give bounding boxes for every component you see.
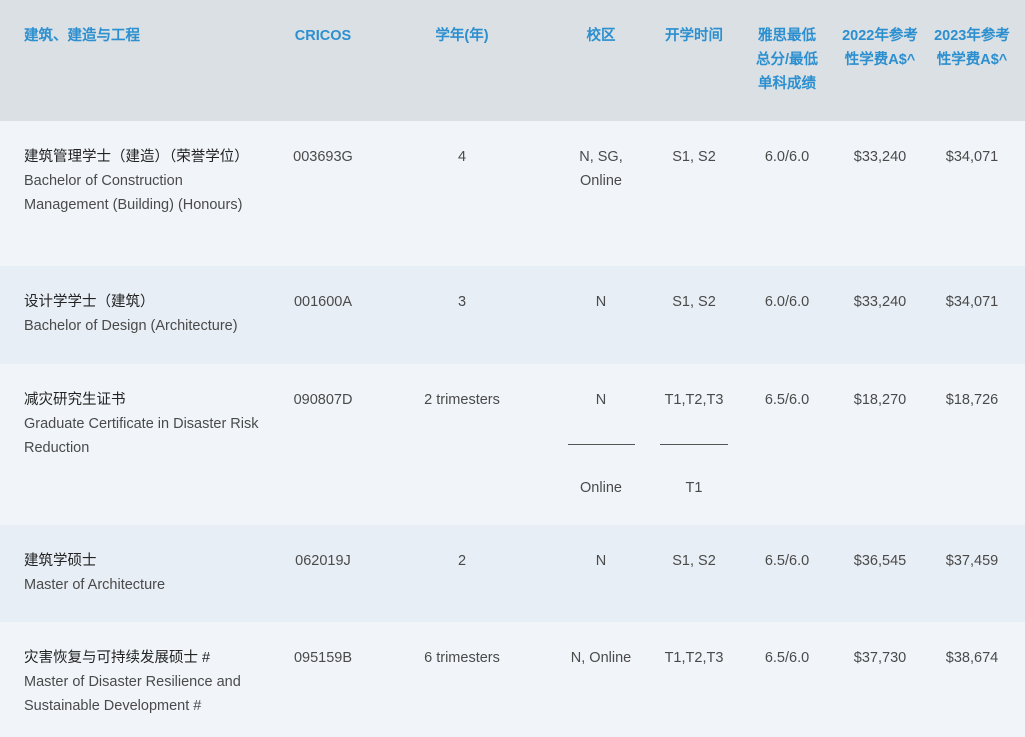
table-row: 灾害恢复与可持续发展硕士 # Master of Disaster Resili… (0, 622, 1025, 737)
course-years: 4 (457, 149, 467, 165)
campus-divider (568, 444, 635, 445)
intake: S1, S2 (672, 553, 716, 569)
ielts-score: 6.5/6.0 (764, 392, 810, 408)
campus-secondary: Online (580, 480, 622, 496)
intake: T1,T2,T3 (664, 650, 724, 666)
course-name-zh: 减灾研究生证书 (24, 392, 126, 408)
course-name-zh: 灾害恢复与可持续发展硕士 # (24, 650, 211, 666)
course-name: 建筑管理学士（建造）（荣誉学位） Bachelor of Constructio… (24, 145, 264, 217)
course-table: 建筑、建造与工程 CRICOS 学年(年) 校区 开学时间 雅思最低总分/最低单… (0, 0, 1025, 737)
intake-divider (660, 444, 728, 445)
header-fee-2022: 2022年参考性学费A$^ (842, 28, 918, 68)
course-name-zh: 设计学学士（建筑） (24, 294, 155, 310)
intake: T1,T2,T3 (664, 392, 724, 408)
header-cricos: CRICOS (294, 28, 352, 44)
campus: N (595, 294, 607, 310)
fee-2022: $36,545 (853, 553, 907, 569)
header-years: 学年(年) (435, 28, 489, 44)
ielts-score: 6.5/6.0 (764, 650, 810, 666)
header-course-name: 建筑、建造与工程 (24, 28, 140, 44)
course-name-en: Bachelor of Construction Management (Bui… (24, 173, 243, 213)
course-years: 3 (457, 294, 467, 310)
table-row: 减灾研究生证书 Graduate Certificate in Disaster… (0, 364, 1025, 525)
table-row: 设计学学士（建筑） Bachelor of Design (Architectu… (0, 266, 1025, 364)
header-intake: 开学时间 (665, 28, 723, 44)
fee-2022: $33,240 (853, 294, 907, 310)
table-row: 建筑学硕士 Master of Architecture 062019J 2 N… (0, 525, 1025, 622)
intake: S1, S2 (672, 294, 716, 310)
fee-2022: $33,240 (853, 149, 907, 165)
ielts-score: 6.0/6.0 (764, 149, 810, 165)
fee-2022: $37,730 (853, 650, 907, 666)
cricos-code: 001600A (293, 294, 353, 310)
cricos-code: 003693G (293, 149, 353, 165)
table-header: 建筑、建造与工程 CRICOS 学年(年) 校区 开学时间 雅思最低总分/最低单… (0, 0, 1025, 121)
fee-2023: $37,459 (945, 553, 999, 569)
fee-2023: $34,071 (945, 149, 999, 165)
ielts-score: 6.0/6.0 (764, 294, 810, 310)
cricos-code: 062019J (295, 553, 351, 569)
table-row: 建筑管理学士（建造）（荣誉学位） Bachelor of Constructio… (0, 121, 1025, 266)
course-years: 2 trimesters (424, 392, 500, 408)
header-fee-2023: 2023年参考性学费A$^ (934, 28, 1010, 68)
course-name: 减灾研究生证书 Graduate Certificate in Disaster… (24, 388, 264, 460)
course-name-en: Bachelor of Design (Architecture) (24, 318, 238, 334)
fee-2023: $18,726 (945, 392, 999, 408)
cricos-code: 090807D (293, 392, 353, 408)
fee-2023: $34,071 (945, 294, 999, 310)
course-years: 2 (457, 553, 467, 569)
fee-2022: $18,270 (853, 392, 907, 408)
header-campus: 校区 (586, 28, 616, 44)
campus: N, Online (570, 650, 632, 666)
fee-2023: $38,674 (945, 650, 999, 666)
course-name-en: Master of Disaster Resilience and Sustai… (24, 674, 241, 714)
campus: N, SG, Online (579, 149, 623, 189)
course-name: 灾害恢复与可持续发展硕士 # Master of Disaster Resili… (24, 646, 264, 718)
course-years: 6 trimesters (424, 650, 500, 666)
course-name-en: Master of Architecture (24, 577, 166, 593)
intake: S1, S2 (672, 149, 716, 165)
campus: N (595, 392, 607, 408)
course-name-zh: 建筑学硕士 (24, 553, 97, 569)
cricos-code: 095159B (293, 650, 353, 666)
campus: N (595, 553, 607, 569)
header-ielts: 雅思最低总分/最低单科成绩 (755, 28, 819, 92)
course-name: 建筑学硕士 Master of Architecture (24, 549, 264, 597)
intake-secondary: T1 (685, 480, 703, 496)
course-name-en: Graduate Certificate in Disaster Risk Re… (24, 416, 259, 456)
course-name: 设计学学士（建筑） Bachelor of Design (Architectu… (24, 290, 264, 338)
ielts-score: 6.5/6.0 (764, 553, 810, 569)
course-name-zh: 建筑管理学士（建造）（荣誉学位） (24, 149, 249, 165)
